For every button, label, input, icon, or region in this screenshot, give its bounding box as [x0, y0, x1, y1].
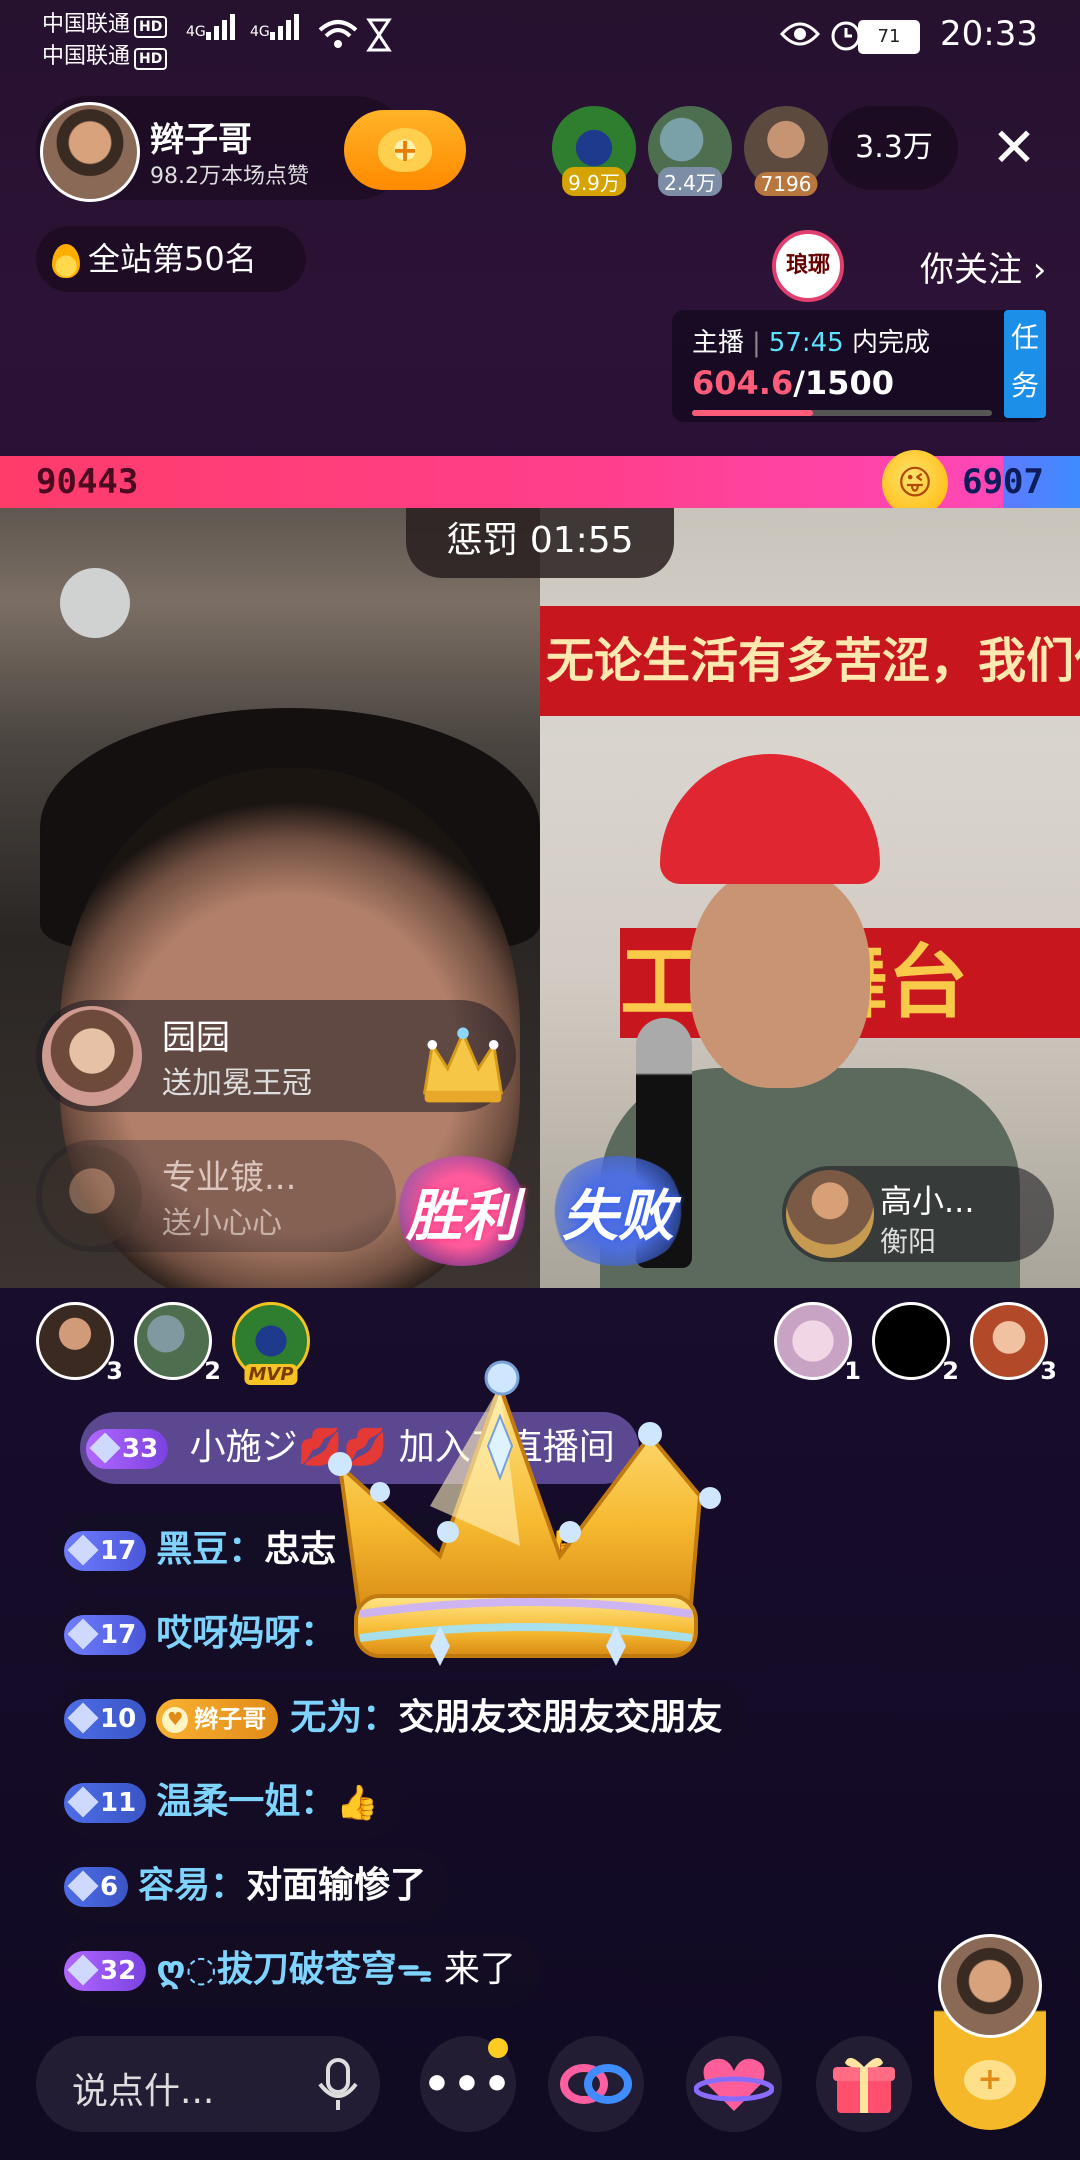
- level-badge: 17: [64, 1531, 147, 1571]
- chat-user-name: 哎呀妈呀：: [156, 1613, 337, 1654]
- task-progress-bar: [692, 410, 992, 416]
- link-mic-button[interactable]: [548, 2036, 644, 2132]
- thumbs-up-icon: 👍: [336, 1783, 379, 1823]
- status-bar: 中国联通 HD 中国联通 HD 4G 4G 71 20:33: [0, 0, 1080, 70]
- carrier-2: 中国联通 HD: [42, 38, 168, 70]
- chat-user-name: 黑豆：: [156, 1529, 265, 1570]
- notification-dot: [488, 2038, 508, 2058]
- level-badge: 17: [64, 1615, 147, 1655]
- left-contributor-mvp[interactable]: MVP: [232, 1302, 310, 1385]
- gift-box-icon: [833, 2057, 895, 2113]
- gift-sender-avatar: [42, 1006, 142, 1106]
- chat-text: 来了: [443, 1949, 516, 1990]
- host-mini-avatar: [938, 1934, 1042, 2038]
- opponent-pill[interactable]: 高小... 衡阳: [782, 1166, 1054, 1262]
- chat-message[interactable]: 11 温柔一姐：👍: [58, 1766, 403, 1838]
- fan-follow-text: 你关注 ›: [920, 250, 1047, 290]
- left-contributor-3[interactable]: 3: [36, 1302, 123, 1385]
- right-contributor-2[interactable]: 2: [872, 1302, 959, 1385]
- wifi-icon: [318, 20, 358, 48]
- right-contributor-1[interactable]: 1: [774, 1302, 861, 1385]
- fan-heart-icon: +: [964, 2060, 1016, 2100]
- streamer-face-right: [690, 868, 870, 1088]
- chat-user-name: 温柔一姐：: [156, 1781, 337, 1822]
- level-badge: 33: [86, 1429, 169, 1469]
- opponent-name: 高小...: [880, 1182, 975, 1220]
- crown-gift-icon: [422, 1027, 504, 1103]
- more-button[interactable]: •••: [420, 2036, 516, 2132]
- fan-club-tag: ♥ 辫子哥: [156, 1699, 279, 1739]
- gift-desc: 送小心心: [162, 1206, 282, 1241]
- pk-right-score: 6907: [962, 462, 1044, 502]
- battery-icon: 71: [858, 20, 920, 54]
- host-name: 辫子哥: [150, 120, 252, 160]
- close-icon[interactable]: ✕: [986, 120, 1042, 176]
- chat-user-name: 容易：: [138, 1865, 247, 1906]
- fan-club-pill[interactable]: 琅琊 你关注 ›: [768, 230, 1068, 302]
- mvp-badge: MVP: [244, 1364, 298, 1385]
- hourglass-icon: [366, 18, 392, 52]
- viewer-count[interactable]: 3.3万: [830, 106, 958, 190]
- level-badge: 6: [64, 1867, 129, 1907]
- punish-timer: 惩罚 01:55: [406, 508, 674, 578]
- clock: 20:33: [940, 14, 1038, 54]
- task-title: 主播 | 57:45 内完成: [692, 328, 930, 358]
- task-tab[interactable]: 任务: [1004, 310, 1046, 418]
- gift-button[interactable]: [816, 2036, 912, 2132]
- right-contributor-3[interactable]: 3: [970, 1302, 1057, 1385]
- crown-gift-animation: [328, 1360, 721, 1666]
- pk-score-bar: 90443 😜 6907: [0, 450, 1080, 516]
- ceiling-fan: [60, 568, 130, 638]
- level-badge: 11: [64, 1783, 147, 1823]
- chat-message[interactable]: 6 容易：对面输惨了: [58, 1850, 451, 1922]
- red-banner: 无论生活有多苦涩，我们依然是欢乐: [540, 606, 1080, 716]
- left-contributor-2[interactable]: 2: [134, 1302, 221, 1385]
- follow-button[interactable]: +: [344, 110, 466, 190]
- carrier-1: 中国联通 HD: [42, 6, 168, 38]
- host-avatar[interactable]: [40, 102, 140, 202]
- hard-hat: [660, 754, 880, 884]
- comment-placeholder: 说点什...: [72, 2071, 215, 2112]
- chat-text: 对面输惨了: [246, 1865, 427, 1906]
- gift-desc: 送加冕王冠: [162, 1066, 312, 1101]
- microphone-icon[interactable]: [304, 2050, 372, 2118]
- top-viewer-2[interactable]: 2.4万: [648, 106, 732, 196]
- more-dots-icon: •••: [422, 2058, 514, 2110]
- level-badge: 10: [64, 1699, 147, 1739]
- interaction-button[interactable]: [686, 2036, 782, 2132]
- victory-stamp: 胜利: [392, 1156, 532, 1266]
- rank-badge[interactable]: 全站第50名: [36, 226, 306, 292]
- heart-planet-icon: [694, 2058, 774, 2111]
- top-viewer-badge: 9.9万: [562, 167, 626, 196]
- follow-heart-icon: +: [378, 128, 432, 172]
- opponent-city: 衡阳: [880, 1225, 937, 1258]
- top-viewer-3[interactable]: 7196: [744, 106, 828, 196]
- chat-user-name: ღ◌拔刀破苍穹ᯓ: [156, 1949, 433, 1990]
- eye-icon: [780, 22, 820, 46]
- host-likes: 98.2万本场点赞: [150, 164, 309, 189]
- task-card[interactable]: 主播 | 57:45 内完成 604.6/1500 任务: [672, 310, 1046, 422]
- gift-sender-name: 园园: [162, 1018, 230, 1058]
- top-viewer-badge: 7196: [754, 172, 818, 196]
- chat-message[interactable]: 32 ღ◌拔刀破苍穹ᯓ 来了: [58, 1934, 540, 2006]
- signal-icon: 4G: [186, 14, 238, 40]
- top-viewer-badge: 2.4万: [658, 167, 722, 196]
- link-icon: [560, 2064, 632, 2104]
- fan-club-badge: 琅琊: [772, 230, 844, 302]
- comment-input[interactable]: 说点什...: [36, 2036, 380, 2132]
- pk-left-score: 90443: [36, 462, 139, 502]
- gift-sender-avatar: [42, 1146, 142, 1246]
- level-badge: 32: [64, 1951, 147, 1991]
- task-progress-text: 604.6/1500: [692, 364, 894, 402]
- host-fan-button[interactable]: +: [934, 1930, 1046, 2130]
- gift-sender-name: 专业镀...: [162, 1158, 297, 1198]
- top-viewer-1[interactable]: 9.9万: [552, 106, 636, 196]
- tongue-emoji-icon: 😜: [882, 450, 948, 516]
- defeat-stamp: 失败: [548, 1156, 688, 1266]
- gift-notice-fading[interactable]: 专业镀... 送小心心: [36, 1140, 396, 1252]
- flame-icon: [52, 244, 80, 278]
- opponent-avatar: [786, 1170, 874, 1258]
- signal-icon-2: 4G: [250, 14, 302, 40]
